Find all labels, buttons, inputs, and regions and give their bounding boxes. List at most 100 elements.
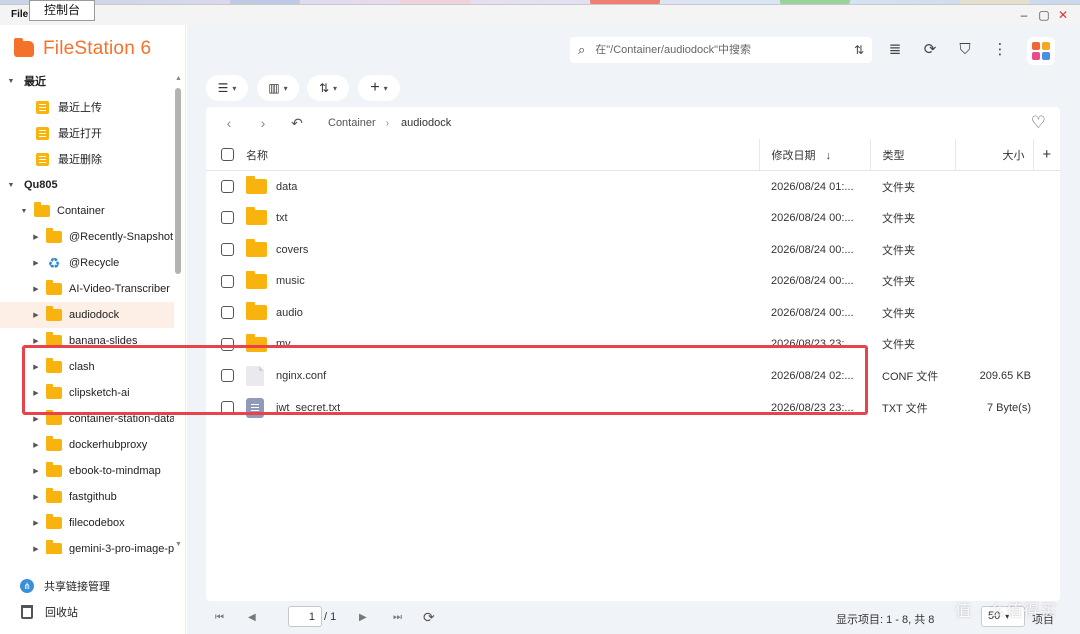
caret-right-icon[interactable]: ▶ bbox=[31, 493, 41, 501]
file-name-cell[interactable]: mv bbox=[246, 329, 759, 361]
sidebar-folder-item[interactable]: ▶ container-station-data bbox=[0, 406, 174, 432]
section-recent[interactable]: ▼ 最近 bbox=[0, 68, 174, 94]
file-name-cell[interactable]: audio bbox=[246, 297, 759, 329]
sidebar-item-recent-upload[interactable]: 最近上传 bbox=[0, 94, 174, 120]
row-checkbox[interactable] bbox=[221, 180, 234, 194]
header-name[interactable]: 名称 bbox=[246, 139, 759, 171]
file-name-cell[interactable]: jwt_secret.txt bbox=[246, 392, 759, 424]
row-checkbox[interactable] bbox=[221, 243, 234, 257]
caret-right-icon[interactable]: ▶ bbox=[31, 415, 41, 423]
file-name-cell[interactable]: nginx.conf bbox=[246, 360, 759, 392]
sidebar-folder-item[interactable]: ▶ clash bbox=[0, 354, 174, 380]
sidebar-folder-item[interactable]: ▶ ♻ @Recycle bbox=[0, 250, 174, 276]
caret-right-icon[interactable]: ▶ bbox=[31, 259, 41, 267]
header-modified[interactable]: 修改日期 ↓ bbox=[758, 139, 870, 171]
forward-icon[interactable]: › bbox=[246, 115, 280, 131]
scroll-up-icon[interactable]: ▲ bbox=[175, 75, 182, 82]
sidebar-folder-item[interactable]: ▶ ebook-to-mindmap bbox=[0, 458, 174, 484]
create-button[interactable]: + ▾ bbox=[358, 75, 400, 101]
refresh-page-icon[interactable]: ⟳ bbox=[423, 609, 435, 626]
apps-grid-icon[interactable] bbox=[1027, 37, 1055, 65]
file-name-cell[interactable]: music bbox=[246, 265, 759, 297]
table-row[interactable]: mv 2026/08/23 23:... 文件夹 bbox=[206, 329, 1060, 361]
next-page-icon[interactable]: ▶ bbox=[359, 612, 367, 623]
header-type[interactable]: 类型 bbox=[869, 139, 955, 171]
sidebar-item-container[interactable]: ▼ Container bbox=[0, 198, 174, 224]
sidebar-folder-item[interactable]: ▶ dockerhubproxy bbox=[0, 432, 174, 458]
sidebar-folder-item[interactable]: ▶ banana-slides bbox=[0, 328, 174, 354]
add-column-icon[interactable]: + bbox=[1032, 139, 1060, 171]
more-vertical-icon[interactable]: ⋮ bbox=[988, 37, 1012, 63]
sidebar-folder-item[interactable]: ▶ @Recently-Snapshot bbox=[0, 224, 174, 250]
caret-right-icon[interactable]: ▶ bbox=[31, 545, 41, 553]
sidebar-scrollbar[interactable]: ▲ ▼ bbox=[174, 75, 182, 555]
minimize-icon[interactable]: – bbox=[1016, 7, 1032, 23]
caret-down-icon[interactable]: ▼ bbox=[6, 182, 16, 189]
last-page-icon[interactable]: ⏭ bbox=[393, 612, 402, 623]
table-row[interactable]: data 2026/08/24 01:... 文件夹 bbox=[206, 171, 1060, 203]
view-mode-button[interactable]: ▥ ▾ bbox=[257, 75, 299, 101]
caret-right-icon[interactable]: ▶ bbox=[31, 233, 41, 241]
row-checkbox[interactable] bbox=[221, 211, 234, 225]
search-box[interactable]: ⌕ ⇅ bbox=[570, 37, 872, 63]
table-row[interactable]: audio 2026/08/24 00:... 文件夹 bbox=[206, 297, 1060, 329]
caret-right-icon[interactable]: ▶ bbox=[31, 363, 41, 371]
scroll-down-icon[interactable]: ▼ bbox=[175, 541, 182, 548]
file-name-cell[interactable]: covers bbox=[246, 234, 759, 266]
select-all-checkbox[interactable] bbox=[221, 148, 234, 162]
page-input[interactable] bbox=[288, 606, 322, 627]
recycle-bin[interactable]: 回收站 bbox=[0, 599, 186, 625]
sidebar-item-recent-delete[interactable]: 最近删除 bbox=[0, 146, 174, 172]
first-page-icon[interactable]: ⏮ bbox=[215, 612, 224, 623]
file-name-cell[interactable]: data bbox=[246, 171, 759, 203]
caret-right-icon[interactable]: ▶ bbox=[31, 519, 41, 527]
up-level-icon[interactable]: ↶ bbox=[280, 115, 314, 132]
row-checkbox[interactable] bbox=[221, 306, 234, 320]
caret-right-icon[interactable]: ▶ bbox=[31, 441, 41, 449]
caret-right-icon[interactable]: ▶ bbox=[31, 337, 41, 345]
sidebar-folder-item[interactable]: ▶ fastgithub bbox=[0, 484, 174, 510]
section-device[interactable]: ▼ Qu805 bbox=[0, 172, 174, 198]
row-checkbox[interactable] bbox=[221, 401, 234, 415]
caret-right-icon[interactable]: ▶ bbox=[31, 389, 41, 397]
funnel-icon[interactable]: ⛉ bbox=[953, 37, 977, 63]
list-view-button[interactable]: ☰ ▾ bbox=[206, 75, 248, 101]
sidebar-folder-item[interactable]: ▶ clipsketch-ai bbox=[0, 380, 174, 406]
file-name-cell[interactable]: txt bbox=[246, 202, 759, 234]
table-row[interactable]: jwt_secret.txt 2026/08/23 23:... TXT 文件 7 B… bbox=[206, 392, 1060, 424]
search-input[interactable] bbox=[595, 44, 854, 56]
table-row[interactable]: txt 2026/08/24 00:... 文件夹 bbox=[206, 202, 1060, 234]
filter-settings-icon[interactable]: ⇅ bbox=[854, 43, 864, 57]
table-row[interactable]: nginx.conf 2026/08/24 02:... CONF 文件 209.65… bbox=[206, 360, 1060, 392]
favorite-heart-icon[interactable]: ♡ bbox=[1031, 113, 1046, 133]
breadcrumb-item[interactable]: audiodock bbox=[401, 117, 451, 129]
header-size[interactable]: 大小 bbox=[954, 139, 1033, 171]
row-checkbox[interactable] bbox=[221, 337, 234, 351]
sidebar-item-recent-open[interactable]: 最近打开 bbox=[0, 120, 174, 146]
caret-down-icon[interactable]: ▼ bbox=[6, 78, 16, 85]
caret-down-icon[interactable]: ▼ bbox=[19, 208, 29, 215]
caret-right-icon[interactable]: ▶ bbox=[31, 467, 41, 475]
maximize-icon[interactable]: ▢ bbox=[1036, 7, 1052, 23]
caret-right-icon[interactable]: ▶ bbox=[31, 285, 41, 293]
refresh-icon[interactable]: ⟳ bbox=[918, 37, 942, 63]
table-row[interactable]: covers 2026/08/24 00:... 文件夹 bbox=[206, 234, 1060, 266]
sidebar-folder-item[interactable]: ▶ filecodebox bbox=[0, 510, 174, 536]
sort-button[interactable]: ⇅ ▾ bbox=[307, 75, 349, 101]
sort-down-icon: ↓ bbox=[825, 149, 832, 162]
row-checkbox[interactable] bbox=[221, 274, 234, 288]
prev-page-icon[interactable]: ◀ bbox=[248, 612, 256, 623]
sidebar-folder-item[interactable]: ▶ AI-Video-Transcriber bbox=[0, 276, 174, 302]
table-row[interactable]: music 2026/08/24 00:... 文件夹 bbox=[206, 265, 1060, 297]
close-icon[interactable]: ✕ bbox=[1055, 7, 1071, 23]
caret-right-icon[interactable]: ▶ bbox=[31, 311, 41, 319]
row-checkbox[interactable] bbox=[221, 369, 234, 383]
breadcrumb-item[interactable]: Container bbox=[328, 117, 376, 129]
scroll-thumb[interactable] bbox=[175, 88, 181, 274]
stack-icon[interactable]: ≣ bbox=[883, 37, 907, 63]
sidebar-folder-item[interactable]: ▶ audiodock bbox=[0, 302, 174, 328]
share-link-management[interactable]: ⋔ 共享链接管理 bbox=[0, 573, 186, 599]
page-size-select[interactable]: 50 ▾ bbox=[981, 606, 1025, 627]
back-icon[interactable]: ‹ bbox=[212, 115, 246, 131]
sidebar-folder-item[interactable]: ▶ gemini-3-pro-image-p bbox=[0, 536, 174, 554]
